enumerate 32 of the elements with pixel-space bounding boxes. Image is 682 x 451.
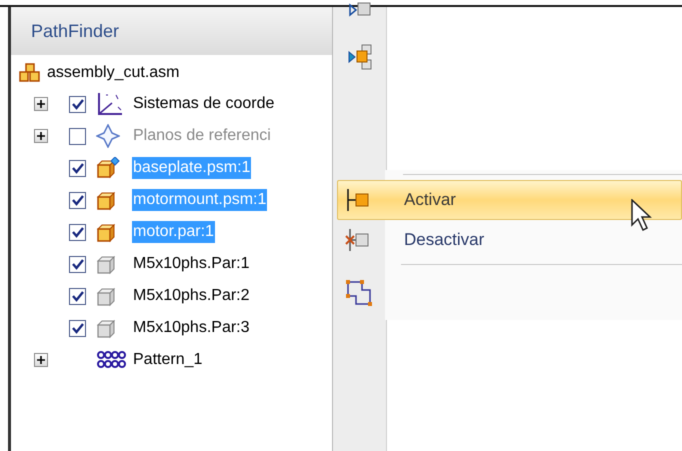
checkbox[interactable] [69,224,86,240]
part-icon [96,317,118,339]
checkbox[interactable] [69,256,86,272]
part-icon [96,253,118,275]
tree-item[interactable]: Sistemas de coorde [132,93,276,115]
expand-icon[interactable] [34,129,48,143]
panel-title: PathFinder [31,20,120,42]
checkbox[interactable] [69,160,86,176]
tree-item[interactable]: M5x10phs.Par:1 [132,253,251,275]
checkbox[interactable] [69,128,86,144]
expand-icon[interactable] [34,353,48,367]
part-icon [96,285,118,307]
assembly-icon [19,62,41,82]
toolbar-icon[interactable] [346,43,374,71]
part-icon [96,157,120,179]
checkbox[interactable] [69,320,86,336]
part-icon [96,221,118,243]
frame-icon [344,278,374,308]
menu-item[interactable]: Desactivar [337,220,682,260]
part-icon [96,189,118,211]
pattern-icon [96,351,126,369]
checkbox[interactable] [69,96,86,112]
checkbox[interactable] [69,192,86,208]
tree-item[interactable]: Pattern_1 [132,349,204,371]
tree-item[interactable]: assembly_cut.asm [47,60,180,84]
axes-icon [96,91,124,117]
planes-icon [96,124,120,148]
tree-item[interactable]: M5x10phs.Par:3 [132,317,251,339]
menu-item[interactable]: Activar [337,180,682,220]
tree-item[interactable]: M5x10phs.Par:2 [132,285,251,307]
expand-icon[interactable] [34,97,48,111]
checkbox[interactable] [69,288,86,304]
